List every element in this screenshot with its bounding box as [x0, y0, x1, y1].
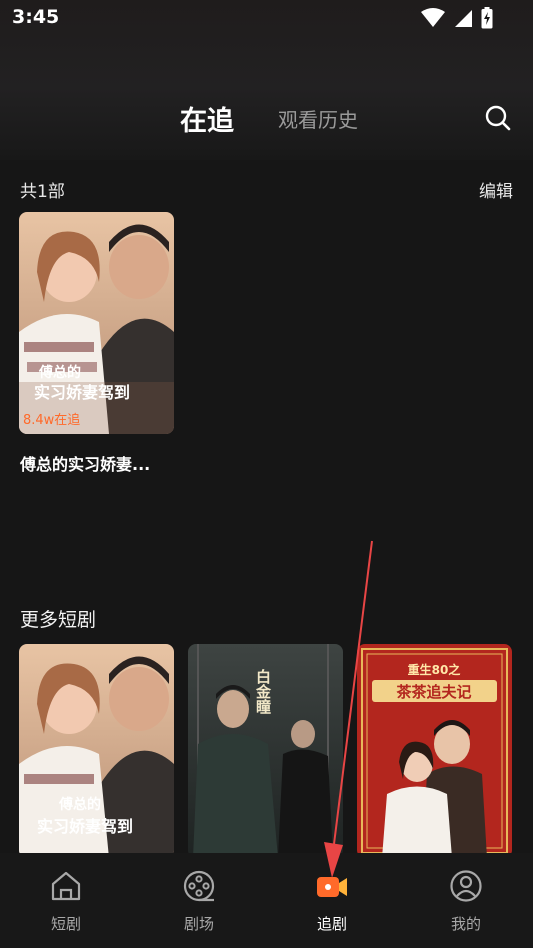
poster-artwork: 傅总的 实习娇妻驾到: [19, 644, 174, 858]
profile-icon: [450, 870, 482, 902]
tab-following[interactable]: 在追: [180, 99, 234, 138]
nav-profile[interactable]: 我的: [421, 869, 511, 939]
nav-label-theater: 剧场: [183, 915, 214, 933]
nav-theater[interactable]: 剧场: [154, 869, 244, 939]
status-bar: 3:45: [0, 0, 533, 36]
poster-title-line1: 傅总的: [58, 796, 101, 813]
nav-following[interactable]: 追剧: [287, 869, 377, 939]
poster-title-line2: 实习娇妻驾到: [37, 817, 133, 836]
following-poster[interactable]: 傅总的 实习娇妻驾到 8.4w在追: [19, 212, 174, 434]
following-card-title[interactable]: 傅总的实习娇妻...: [20, 451, 150, 475]
poster-artwork: 白金瞳: [188, 644, 343, 858]
following-section-header: 共1部 编辑: [20, 177, 513, 202]
nav-shorts[interactable]: 短剧: [21, 869, 111, 939]
nav-label-shorts: 短剧: [50, 915, 81, 933]
header-tabs: 在追 观看历史: [0, 96, 533, 140]
follower-count-badge: 8.4w在追: [23, 412, 80, 428]
more-poster-2[interactable]: 白金瞳: [188, 644, 343, 858]
wifi-icon: [421, 8, 445, 27]
bottom-navigation: 短剧 剧场 追剧 我的: [0, 853, 533, 948]
nav-label-profile: 我的: [450, 915, 481, 933]
nav-label-following: 追剧: [316, 915, 347, 933]
battery-charging-icon: [481, 7, 493, 29]
search-icon[interactable]: [484, 104, 512, 132]
poster-title-line1: 傅总的: [38, 364, 81, 381]
status-icons: [421, 7, 493, 29]
status-time: 3:45: [12, 6, 60, 28]
poster-title-top: 重生80之: [408, 662, 461, 677]
following-count: 共1部: [20, 182, 65, 202]
more-shorts-heading: 更多短剧: [20, 609, 97, 631]
poster-artwork: 傅总的 实习娇妻驾到 8.4w在追: [19, 212, 174, 434]
poster-title-main: 茶茶追夫记: [396, 683, 471, 701]
tab-watch-history[interactable]: 观看历史: [278, 104, 358, 133]
poster-title: 白金瞳: [254, 668, 272, 714]
home-icon: [51, 871, 81, 901]
edit-button[interactable]: 编辑: [479, 177, 513, 202]
poster-title-line2: 实习娇妻驾到: [34, 383, 130, 402]
poster-artwork: 重生80之 茶茶追夫记: [357, 644, 512, 858]
more-poster-1[interactable]: 傅总的 实习娇妻驾到: [19, 644, 174, 858]
video-camera-icon: [317, 877, 347, 897]
film-reel-icon: [183, 870, 215, 902]
more-poster-3[interactable]: 重生80之 茶茶追夫记: [357, 644, 512, 858]
cellular-signal-icon: [455, 10, 472, 27]
